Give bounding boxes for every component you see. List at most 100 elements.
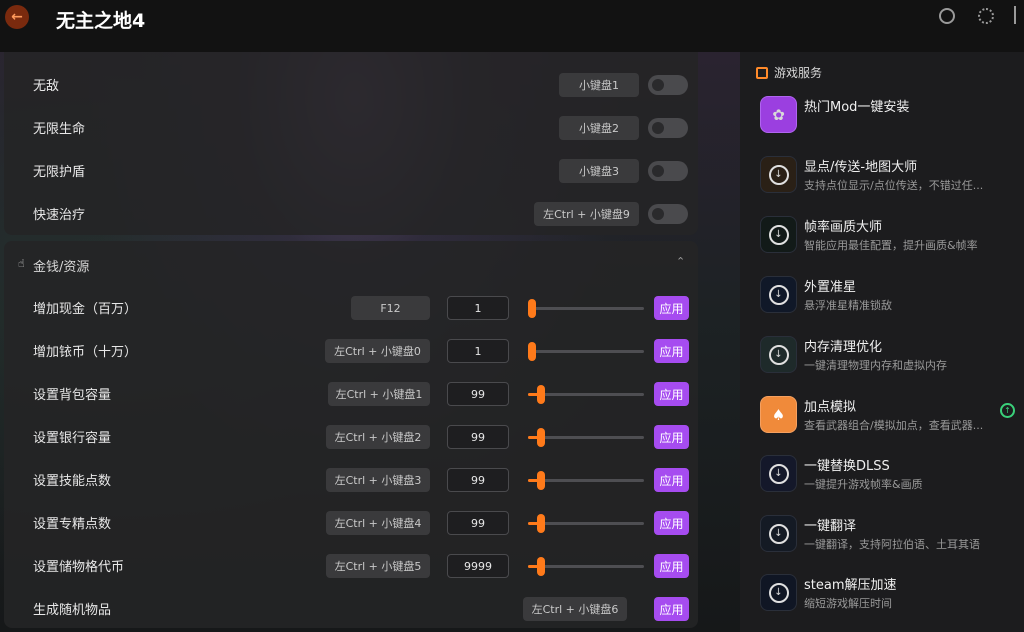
download-icon: ↓ [760,336,797,373]
apply-button[interactable]: 应用 [654,597,689,621]
slider-thumb[interactable] [536,514,545,533]
settings-icon[interactable] [978,8,994,24]
value-slider[interactable] [528,385,644,404]
value-slider[interactable] [528,557,644,576]
value-input[interactable]: 99 [447,425,509,449]
apply-button[interactable]: 应用 [654,511,689,535]
value-input[interactable]: 1 [447,296,509,320]
hotkey-badge[interactable]: 小键盘3 [559,159,639,183]
value-slider[interactable] [528,299,644,318]
user-icon[interactable] [939,8,955,24]
service-desc: 一键提升游戏帧率&画质 [804,478,923,491]
service-item[interactable]: ↓ 帧率画质大师 智能应用最佳配置，提升画质&帧率 [760,212,1020,262]
service-title: 外置准星 [804,280,857,295]
value-slider[interactable] [528,342,644,361]
resource-label: 设置技能点数 [33,474,112,489]
resource-row: 设置技能点数 左Ctrl + 小键盘3 99 应用 [4,459,698,499]
back-button[interactable]: ← [5,5,29,29]
cheat-panel-basic: 无敌 小键盘1 无限生命 小键盘2 无限护盾 小键盘3 快速治疗 左Ctrl +… [4,52,698,235]
value-input[interactable]: 99 [447,382,509,406]
mod-icon: ✿ [760,96,797,133]
title-bar: ← 无主之地4 [0,0,1024,52]
resource-row: 设置背包容量 左Ctrl + 小键盘1 99 应用 [4,373,698,413]
value-slider[interactable] [528,514,644,533]
download-icon: ↓ [760,574,797,611]
chevron-up-icon[interactable]: ⌃ [676,255,685,268]
hotkey-badge[interactable]: 左Ctrl + 小键盘3 [326,468,430,492]
game-services-sidebar: 游戏服务 ✿ 热门Mod一键安装 ↓ 显点/传送-地图大师 支持点位显示/点位传… [740,52,1024,632]
service-title: 一键替换DLSS [804,459,890,474]
service-title: 加点模拟 [804,400,857,415]
cheat-row: 无敌 小键盘1 [4,64,698,104]
cheat-toggle[interactable] [648,161,688,181]
hotkey-badge[interactable]: 左Ctrl + 小键盘9 [534,202,639,226]
service-title: 显点/传送-地图大师 [804,160,918,175]
service-item[interactable]: ↓ 一键替换DLSS 一键提升游戏帧率&画质 [760,451,1020,501]
apply-button[interactable]: 应用 [654,425,689,449]
hotkey-badge[interactable]: 左Ctrl + 小键盘5 [326,554,430,578]
apply-button[interactable]: 应用 [654,554,689,578]
section-header[interactable]: ☝ 金钱/资源 ⌃ [4,241,698,285]
slider-thumb[interactable] [536,557,545,576]
resource-label: 增加现金（百万） [33,302,138,317]
value-input[interactable]: 99 [447,511,509,535]
cheat-row: 快速治疗 左Ctrl + 小键盘9 [4,193,698,233]
slider-thumb[interactable] [528,342,536,361]
cheat-label: 无限生命 [33,122,86,137]
service-item[interactable]: ♠ 加点模拟 查看武器组合/模拟加点，查看武器... [760,392,1020,442]
resource-label: 设置储物格代币 [33,560,125,575]
hotkey-badge[interactable]: F12 [351,296,430,320]
cheat-row: 无限护盾 小键盘3 [4,150,698,190]
hotkey-badge[interactable]: 小键盘1 [559,73,639,97]
apply-button[interactable]: 应用 [654,382,689,406]
value-input[interactable]: 99 [447,468,509,492]
slider-thumb[interactable] [536,385,545,404]
service-item[interactable]: ↓ 内存清理优化 一键清理物理内存和虚拟内存 [760,332,1020,382]
update-available-icon[interactable]: ↑ [1000,403,1015,418]
cheat-toggle[interactable] [648,75,688,95]
download-icon: ↓ [760,515,797,552]
apply-button[interactable]: 应用 [654,468,689,492]
resource-label: 增加铱币（十万） [33,345,138,360]
service-item[interactable]: ✿ 热门Mod一键安装 [760,92,1020,142]
service-desc: 悬浮准星精准锁敌 [804,299,892,312]
hotkey-badge[interactable]: 小键盘2 [559,116,639,140]
cheat-label: 无限护盾 [33,165,86,180]
value-input[interactable]: 1 [447,339,509,363]
cheat-label: 快速治疗 [33,208,86,223]
service-item[interactable]: ↓ 一键翻译 一键翻译，支持阿拉伯语、土耳其语 [760,511,1020,561]
service-item[interactable]: ↓ 外置准星 悬浮准星精准锁敌 [760,272,1020,322]
service-desc: 一键清理物理内存和虚拟内存 [804,359,947,372]
sidebar-header: 游戏服务 [756,64,822,81]
hotkey-badge[interactable]: 左Ctrl + 小键盘1 [328,382,430,406]
apply-button[interactable]: 应用 [654,296,689,320]
hotkey-badge[interactable]: 左Ctrl + 小键盘2 [326,425,430,449]
cheat-row: 无限生命 小键盘2 [4,107,698,147]
hotkey-badge[interactable]: 左Ctrl + 小键盘0 [325,339,430,363]
slider-thumb[interactable] [536,471,545,490]
service-desc: 一键翻译，支持阿拉伯语、土耳其语 [804,538,980,551]
cheat-toggle[interactable] [648,204,688,224]
service-desc: 查看武器组合/模拟加点，查看武器... [804,419,984,432]
service-title: 内存清理优化 [804,340,883,355]
sidebar-title: 游戏服务 [774,66,823,80]
hotkey-badge[interactable]: 左Ctrl + 小键盘6 [523,597,627,621]
arrow-left-icon: ← [11,9,23,25]
resource-row: 设置专精点数 左Ctrl + 小键盘4 99 应用 [4,502,698,542]
resource-row: 设置银行容量 左Ctrl + 小键盘2 99 应用 [4,416,698,456]
service-item[interactable]: ↓ steam解压加速 缩短游戏解压时间 [760,570,1020,620]
section-title: 金钱/资源 [33,260,90,275]
hotkey-badge[interactable]: 左Ctrl + 小键盘4 [326,511,430,535]
cheat-label: 无敌 [33,79,60,94]
cheat-toggle[interactable] [648,118,688,138]
download-icon: ↓ [760,156,797,193]
slider-thumb[interactable] [536,428,545,447]
value-slider[interactable] [528,428,644,447]
app-title: 无主之地4 [56,10,146,32]
value-slider[interactable] [528,471,644,490]
service-item[interactable]: ↓ 显点/传送-地图大师 支持点位显示/点位传送，不错过任... [760,152,1020,202]
resource-label: 设置专精点数 [33,517,112,532]
value-input[interactable]: 9999 [447,554,509,578]
slider-thumb[interactable] [528,299,536,318]
apply-button[interactable]: 应用 [654,339,689,363]
